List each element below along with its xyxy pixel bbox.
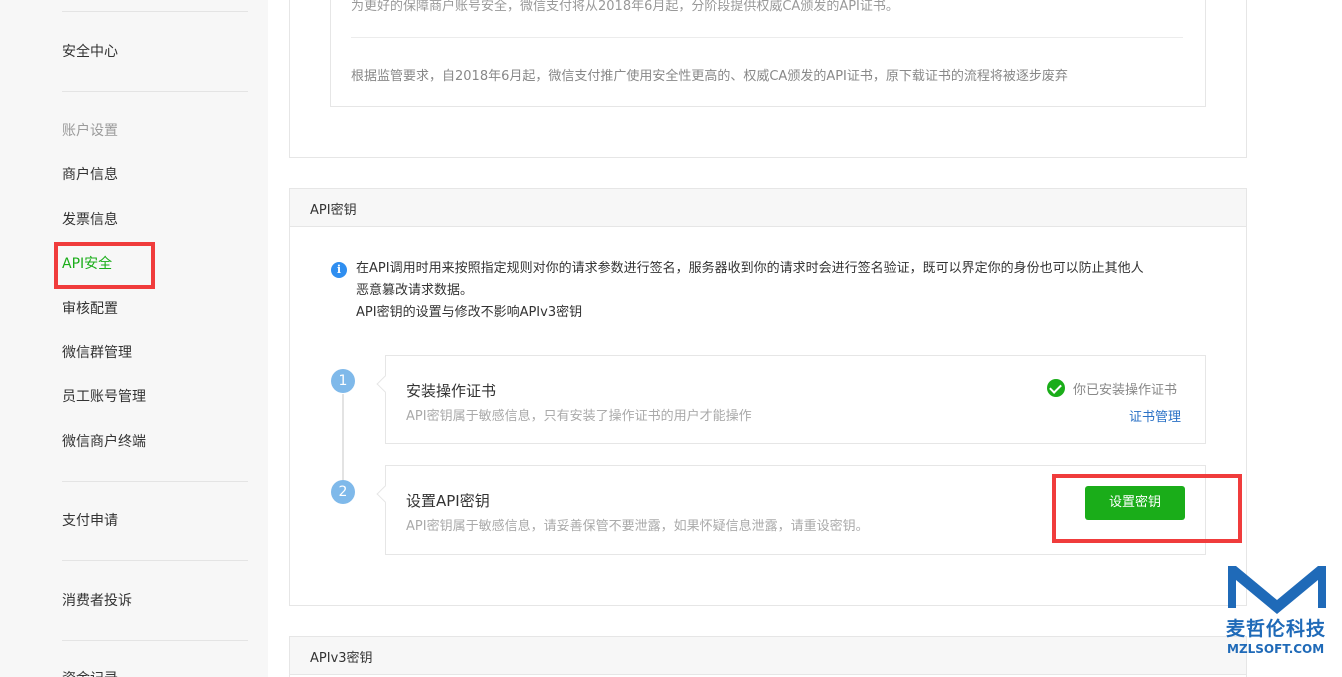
api-key-card-title: API密钥 [310,203,357,218]
sidebar-divider [62,640,248,641]
apiv3-card-header: APIv3密钥 [290,637,1246,675]
sidebar-item-consumer-complaints[interactable]: 消费者投诉 [62,591,132,611]
watermark-name-cn: 麦哲伦科技 [1226,618,1327,640]
notice-partial-text: 为更好的保障商户账号安全，微信支付将从2018年6月起，分阶段提供权威CA颁发的… [351,0,899,14]
api-key-info-line2: 恶意篡改请求数据。 [356,283,474,298]
api-key-card-header: API密钥 [290,189,1246,227]
step-install-certificate: 安装操作证书 API密钥属于敏感信息，只有安装了操作证书的用户才能操作 [376,355,1206,444]
sidebar-divider [62,560,248,561]
step-desc: API密钥属于敏感信息，请妥善保管不要泄露，如果怀疑信息泄露，请重设密钥。 [406,519,869,534]
sidebar: 安全中心 账户设置 商户信息 发票信息 API安全 审核配置 微信群管理 员工账… [0,0,268,677]
sidebar-item-payment-apply[interactable]: 支付申请 [62,511,118,531]
step-number-2: 2 [331,480,355,504]
info-icon: i [331,262,347,278]
notice-text: 根据监管要求，自2018年6月起，微信支付推广使用安全性更高的、权威CA颁发的A… [351,69,1068,84]
notice-divider [351,37,1183,38]
sidebar-item-review-config[interactable]: 审核配置 [62,299,118,319]
watermark-name-en: MZLSOFT.COM [1227,642,1325,656]
set-key-button[interactable]: 设置密钥 [1085,486,1185,520]
step-number-1: 1 [331,369,355,393]
ca-notice-box: 为更好的保障商户账号安全，微信支付将从2018年6月起，分阶段提供权威CA颁发的… [330,0,1206,107]
step-connector-line [342,394,344,486]
api-key-info-line3: API密钥的设置与修改不影响APIv3密钥 [356,305,583,320]
step-title: 安装操作证书 [406,382,497,400]
sidebar-item-api-security[interactable]: API安全 [62,254,112,274]
sidebar-group-account-settings: 账户设置 [62,123,118,139]
step-desc: API密钥属于敏感信息，只有安装了操作证书的用户才能操作 [406,409,752,424]
check-circle-icon [1047,379,1065,397]
sidebar-divider [62,91,248,92]
step-set-api-key: 设置API密钥 API密钥属于敏感信息，请妥善保管不要泄露，如果怀疑信息泄露，请… [376,465,1206,555]
sidebar-item-fund-records[interactable]: 资金记录 [62,669,118,677]
sidebar-item-staff-accounts[interactable]: 员工账号管理 [62,387,146,407]
step-title: 设置API密钥 [406,492,490,510]
sidebar-divider [62,481,248,482]
sidebar-item-invoice-info[interactable]: 发票信息 [62,210,118,230]
sidebar-item-security-center[interactable]: 安全中心 [62,42,118,62]
sidebar-item-merchant-info[interactable]: 商户信息 [62,165,118,185]
api-key-info-line1: 在API调用时用来按照指定规则对你的请求参数进行签名，服务器收到你的请求时会进行… [356,261,1144,276]
certificate-manage-link[interactable]: 证书管理 [1129,406,1181,425]
certificate-status-text: 你已安装操作证书 [1073,383,1178,398]
sidebar-item-wechat-group[interactable]: 微信群管理 [62,343,132,363]
sidebar-item-merchant-terminal[interactable]: 微信商户终端 [62,432,146,452]
apiv3-card-title: APIv3密钥 [310,651,373,666]
apiv3-key-card: APIv3密钥 [289,636,1247,677]
sidebar-divider [62,11,248,12]
